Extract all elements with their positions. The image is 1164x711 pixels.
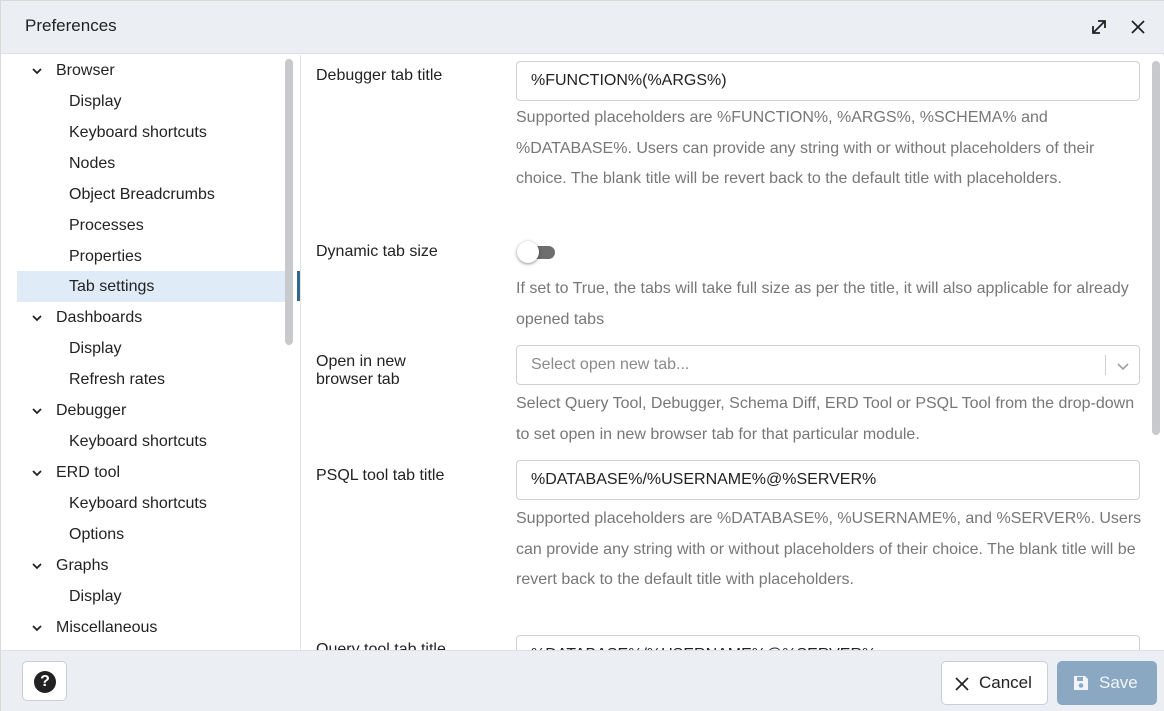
save-button[interactable]: Save: [1057, 661, 1157, 705]
tree-item-nodes[interactable]: Nodes: [17, 148, 287, 179]
tree-item-label: Keyboard shortcuts: [69, 124, 207, 141]
tree-item-label: Keyboard shortcuts: [69, 433, 207, 450]
tree-item-label: Refresh rates: [69, 371, 166, 388]
chevron-down-icon: [32, 625, 42, 632]
tree-item-label: Tab settings: [69, 278, 155, 295]
tree-item-label: Properties: [69, 248, 142, 265]
tree-item-label: Display: [69, 588, 122, 605]
debugger-tab-title-label: Debugger tab title: [316, 67, 443, 84]
tree-item-label: Options: [69, 526, 125, 543]
debugger-tab-title-help: Supported placeholders are %FUNCTION%, %…: [516, 109, 1095, 187]
toggle-knob: [517, 241, 539, 263]
tree-item-object-breadcrumbs[interactable]: Object Breadcrumbs: [17, 179, 287, 210]
tree-item-display[interactable]: Display: [17, 333, 287, 364]
tree-item-refresh-rates[interactable]: Refresh rates: [17, 364, 287, 395]
tree-item-label: Processes: [69, 217, 144, 234]
tree-item-label: Graphs: [56, 557, 109, 574]
tree-item-label: Debugger: [56, 402, 127, 419]
dialog-footer: ? Cancel Save: [1, 650, 1164, 711]
tree-item-label: Keyboard shortcuts: [69, 495, 207, 512]
open-in-new-tab-select[interactable]: Select open new tab...: [516, 345, 1140, 385]
tree-item-label: ERD tool: [56, 464, 121, 481]
chevron-down-icon: [32, 315, 42, 322]
select-separator: [1105, 355, 1106, 375]
tree-item-keyboard-shortcuts[interactable]: Keyboard shortcuts: [17, 488, 287, 519]
tree-item-display[interactable]: Display: [17, 86, 287, 117]
tree-group-erd-tool[interactable]: ERD tool: [17, 457, 287, 488]
dialog-title: Preferences: [25, 16, 117, 35]
chevron-down-icon: [32, 563, 42, 570]
save-label: Save: [1099, 673, 1138, 692]
open-in-new-tab-label: Open in new browser tab: [316, 353, 406, 388]
tree-item-label: Object Breadcrumbs: [69, 186, 215, 203]
tree-item-tab-settings[interactable]: Tab settings: [17, 271, 287, 302]
form-scrollbar[interactable]: [1152, 61, 1160, 435]
psql-tab-title-help: Supported placeholders are %DATABASE%, %…: [516, 510, 1142, 588]
dynamic-tab-size-label: Dynamic tab size: [316, 243, 438, 260]
tree-group-browser[interactable]: Browser: [17, 55, 287, 86]
chevron-down-icon: [32, 68, 42, 75]
debugger-tab-title-input[interactable]: %FUNCTION%(%ARGS%): [516, 61, 1140, 101]
help-icon: ?: [34, 671, 56, 693]
tree-group-debugger[interactable]: Debugger: [17, 395, 287, 426]
tree-group-dashboards[interactable]: Dashboards: [17, 302, 287, 333]
psql-tab-title-label: PSQL tool tab title: [316, 467, 445, 484]
select-placeholder: Select open new tab...: [531, 356, 690, 373]
dynamic-tab-size-help: If set to True, the tabs will take full …: [516, 280, 1129, 328]
close-icon[interactable]: [1126, 15, 1150, 39]
tree-item-properties[interactable]: Properties: [17, 241, 287, 272]
tree-item-label: Miscellaneous: [56, 619, 158, 636]
preferences-form: Debugger tab title %FUNCTION%(%ARGS%) Su…: [302, 55, 1164, 650]
psql-tab-title-input[interactable]: %DATABASE%/%USERNAME%@%SERVER%: [516, 460, 1140, 500]
title-bar: Preferences: [1, 1, 1164, 54]
preferences-tree: Browser Display Keyboard shortcuts Nodes…: [1, 55, 301, 650]
chevron-down-icon: [32, 470, 42, 477]
open-in-new-tab-help: Select Query Tool, Debugger, Schema Diff…: [516, 395, 1135, 443]
tree-item-keyboard-shortcuts[interactable]: Keyboard shortcuts: [17, 426, 287, 457]
expand-icon[interactable]: [1087, 15, 1111, 39]
tree-group-miscellaneous[interactable]: Miscellaneous: [17, 612, 287, 643]
query-tool-tab-title-input[interactable]: %DATABASE%/%USERNAME%@%SERVER%: [516, 635, 1140, 650]
tree-item-label: Display: [69, 340, 122, 357]
query-tool-tab-title-label: Query tool tab title: [316, 641, 446, 650]
close-icon: [955, 677, 969, 691]
tree-item-label: Browser: [56, 62, 115, 79]
selection-indicator: [297, 271, 300, 301]
save-icon: [1074, 676, 1088, 690]
chevron-down-icon[interactable]: [1114, 357, 1132, 375]
tree-item-keyboard-shortcuts[interactable]: Keyboard shortcuts: [17, 117, 287, 148]
preferences-dialog: Preferences Browser Display Keyboard sho…: [0, 0, 1164, 711]
tree-scrollbar[interactable]: [285, 59, 293, 345]
tree-item-options[interactable]: Options: [17, 519, 287, 550]
help-button[interactable]: ?: [22, 661, 67, 701]
chevron-down-icon: [32, 408, 42, 415]
cancel-label: Cancel: [979, 673, 1032, 692]
tree-item-display[interactable]: Display: [17, 581, 287, 612]
tree-item-label: Dashboards: [56, 309, 143, 326]
tree-item-processes[interactable]: Processes: [17, 210, 287, 241]
cancel-button[interactable]: Cancel: [941, 661, 1048, 705]
dynamic-tab-size-toggle[interactable]: [517, 241, 555, 263]
tree-item-label: Nodes: [69, 155, 116, 172]
tree-item-label: Display: [69, 93, 122, 110]
tree-group-graphs[interactable]: Graphs: [17, 550, 287, 581]
